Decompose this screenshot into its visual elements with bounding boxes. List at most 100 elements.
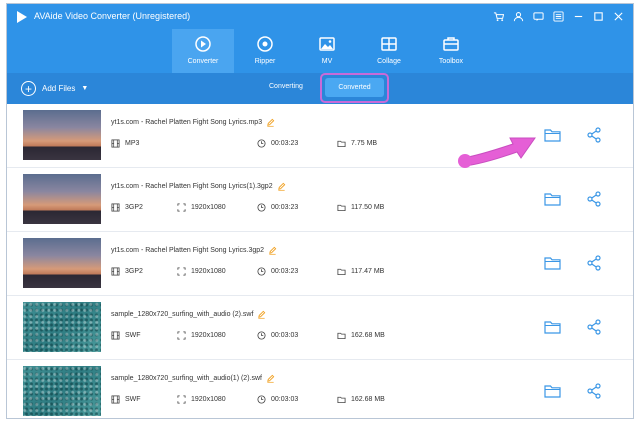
- pointer-arrow-icon: [458, 137, 536, 168]
- share-icon[interactable]: [586, 383, 602, 399]
- edit-icon[interactable]: [266, 118, 275, 127]
- clock-icon: [257, 203, 266, 212]
- format-info: 3GP2: [111, 203, 143, 212]
- folder-small-icon: [337, 396, 346, 404]
- format-info: SWF: [111, 331, 141, 340]
- add-files-button[interactable]: + Add Files ▼: [21, 81, 88, 96]
- file-row[interactable]: sample_1280x720_surfing_with_audio (2).s…: [7, 296, 633, 360]
- film-icon: [111, 139, 120, 148]
- user-icon[interactable]: [511, 9, 525, 23]
- add-files-label: Add Files: [42, 84, 76, 93]
- file-name-line: yt1s.com - Rachel Platten Fight Song Lyr…: [111, 182, 286, 191]
- share-icon[interactable]: [586, 191, 602, 207]
- tab-toolbox[interactable]: Toolbox: [420, 29, 482, 73]
- size-info: 162.68 MB: [337, 331, 385, 340]
- close-icon[interactable]: [611, 9, 625, 23]
- open-folder-icon[interactable]: [544, 192, 561, 206]
- size-info: 117.47 MB: [337, 267, 384, 276]
- tab-converted[interactable]: Converted: [325, 78, 384, 97]
- file-name: yt1s.com - Rachel Platten Fight Song Lyr…: [111, 119, 263, 126]
- video-thumbnail[interactable]: [23, 366, 101, 416]
- tab-label: Converter: [187, 58, 219, 65]
- edit-icon[interactable]: [277, 182, 286, 191]
- edit-icon[interactable]: [266, 374, 275, 383]
- resolution-icon: [177, 395, 186, 404]
- file-name: sample_1280x720_surfing_with_audio (2).s…: [111, 311, 254, 318]
- file-name: sample_1280x720_surfing_with_audio(1) (2…: [111, 375, 262, 382]
- video-thumbnail[interactable]: [23, 238, 101, 288]
- film-icon: [111, 203, 120, 212]
- size-info: 7.75 MB: [337, 139, 377, 148]
- duration-info: 00:03:23: [257, 267, 298, 276]
- share-icon[interactable]: [586, 319, 602, 335]
- open-folder-icon[interactable]: [544, 320, 561, 334]
- feedback-icon[interactable]: [531, 9, 545, 23]
- tab-converter[interactable]: Converter: [172, 29, 234, 73]
- open-folder-icon[interactable]: [544, 256, 561, 270]
- toolbox-icon: [443, 37, 459, 51]
- file-row[interactable]: sample_1280x720_surfing_with_audio(1) (2…: [7, 360, 633, 418]
- duration-value: 00:03:23: [271, 204, 299, 211]
- video-thumbnail[interactable]: [23, 110, 101, 160]
- edit-icon[interactable]: [268, 246, 277, 255]
- tab-ripper[interactable]: Ripper: [234, 29, 296, 73]
- edit-icon[interactable]: [257, 310, 266, 319]
- size-value: 162.68 MB: [351, 332, 385, 339]
- format-value: 3GP2: [125, 268, 143, 275]
- resolution-value: 1920x1080: [191, 268, 226, 275]
- tab-label: Toolbox: [438, 58, 464, 65]
- file-row[interactable]: yt1s.com - Rachel Platten Fight Song Lyr…: [7, 232, 633, 296]
- format-value: SWF: [125, 332, 141, 339]
- resolution-info: 1920x1080: [177, 203, 226, 212]
- tab-mv[interactable]: MV: [296, 29, 358, 73]
- film-icon: [111, 395, 120, 404]
- size-value: 117.47 MB: [351, 268, 385, 275]
- maximize-icon[interactable]: [591, 9, 605, 23]
- film-icon: [111, 331, 120, 340]
- duration-info: 00:03:23: [257, 203, 298, 212]
- resolution-icon: [177, 267, 186, 276]
- film-icon: [111, 267, 120, 276]
- sub-toolbar: + Add Files ▼ Converting Converted: [7, 73, 633, 104]
- open-folder-icon[interactable]: [544, 384, 561, 398]
- app-window: AVAide Video Converter (Unregistered) Co…: [6, 3, 634, 419]
- window-controls: [491, 9, 625, 23]
- format-value: 3GP2: [125, 204, 143, 211]
- file-name-line: sample_1280x720_surfing_with_audio (2).s…: [111, 310, 266, 319]
- folder-small-icon: [337, 268, 346, 276]
- open-folder-icon[interactable]: [544, 128, 561, 142]
- cart-icon[interactable]: [491, 9, 505, 23]
- menu-icon[interactable]: [551, 9, 565, 23]
- file-row[interactable]: yt1s.com - Rachel Platten Fight Song Lyr…: [7, 168, 633, 232]
- folder-small-icon: [337, 204, 346, 212]
- collage-icon: [381, 37, 397, 51]
- minimize-icon[interactable]: [571, 9, 585, 23]
- duration-info: 00:03:03: [257, 395, 298, 404]
- video-thumbnail[interactable]: [23, 302, 101, 352]
- file-name: yt1s.com - Rachel Platten Fight Song Lyr…: [111, 247, 265, 254]
- video-thumbnail[interactable]: [23, 174, 101, 224]
- tab-converting[interactable]: Converting: [269, 83, 303, 90]
- file-name-line: yt1s.com - Rachel Platten Fight Song Lyr…: [111, 118, 275, 127]
- resolution-info: 1920x1080: [177, 331, 226, 340]
- size-value: 7.75 MB: [351, 140, 378, 147]
- app-logo-icon: [17, 11, 27, 23]
- resolution-value: 1920x1080: [191, 332, 226, 339]
- duration-value: 00:03:03: [271, 332, 299, 339]
- duration-info: 00:03:03: [257, 331, 298, 340]
- ripper-icon: [257, 36, 273, 52]
- file-row[interactable]: yt1s.com - Rachel Platten Fight Song Lyr…: [7, 104, 633, 168]
- converter-icon: [195, 36, 211, 52]
- format-info: MP3: [111, 139, 139, 148]
- duration-info: 00:03:23: [257, 139, 298, 148]
- resolution-info: 1920x1080: [177, 267, 226, 276]
- share-icon[interactable]: [586, 127, 602, 143]
- size-value: 117.50 MB: [351, 204, 385, 211]
- format-info: 3GP2: [111, 267, 143, 276]
- size-info: 162.68 MB: [337, 395, 385, 404]
- tab-collage[interactable]: Collage: [358, 29, 420, 73]
- resolution-value: 1920x1080: [191, 204, 226, 211]
- chevron-down-icon[interactable]: ▼: [81, 85, 88, 92]
- share-icon[interactable]: [586, 255, 602, 271]
- file-name: yt1s.com - Rachel Platten Fight Song Lyr…: [111, 183, 273, 190]
